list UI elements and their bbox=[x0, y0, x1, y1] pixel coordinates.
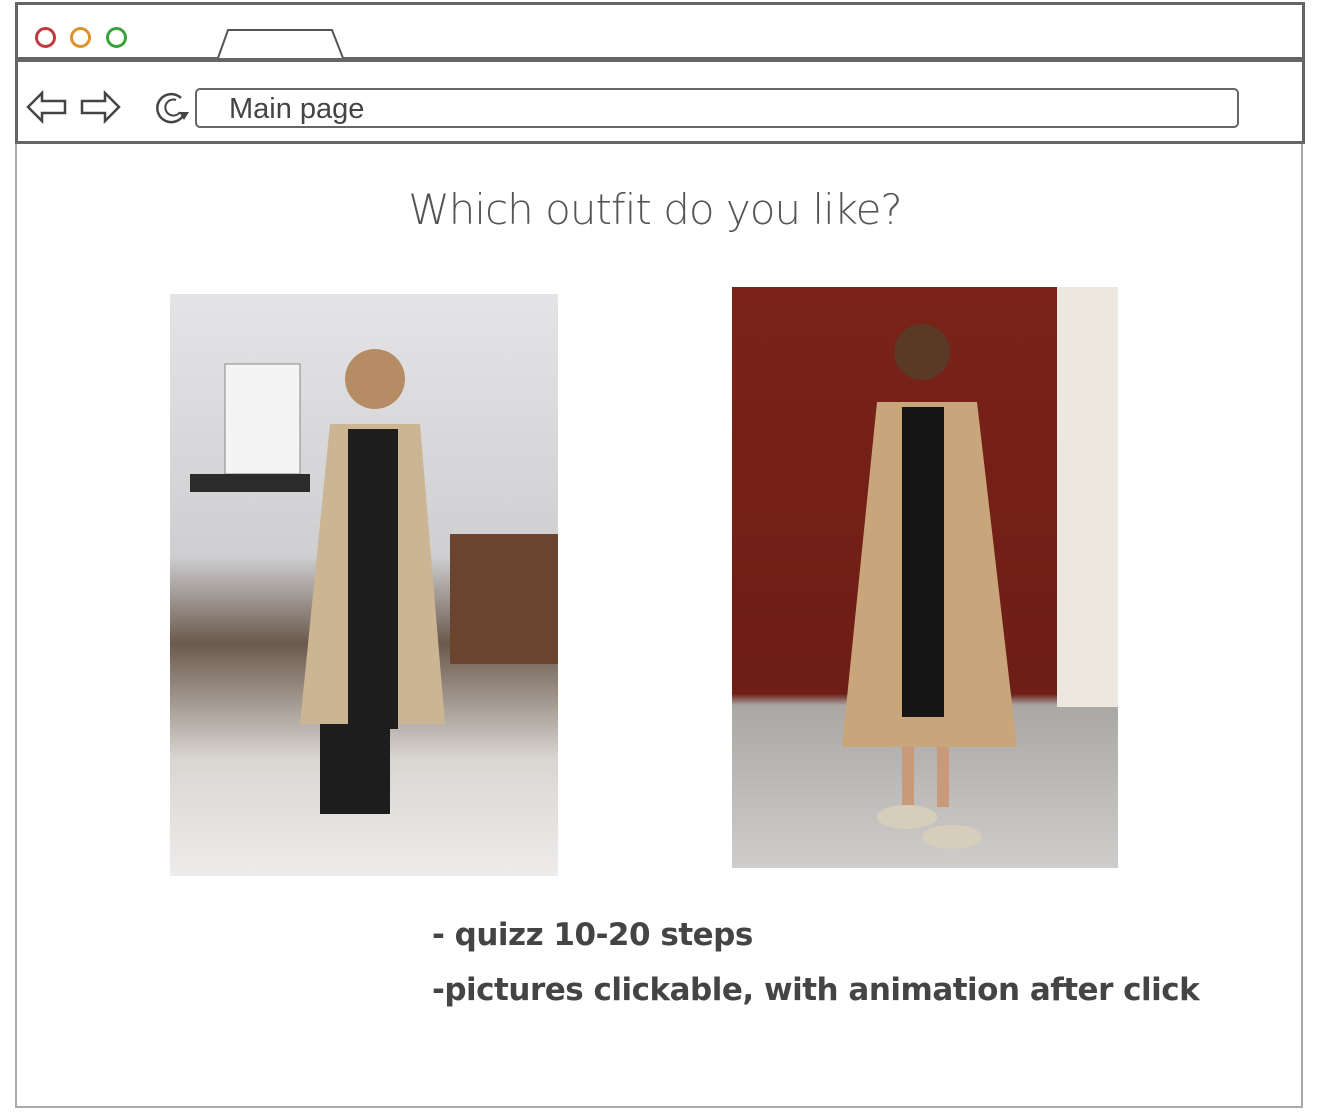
note-quiz-steps: - quizz 10-20 steps bbox=[432, 917, 753, 953]
page-title: Which outfit do you like? bbox=[408, 185, 902, 234]
address-bar[interactable]: Main page bbox=[195, 88, 1239, 128]
outfit-option-1-image[interactable] bbox=[170, 294, 558, 876]
outfit-1-illustration bbox=[190, 349, 558, 814]
browser-tab[interactable] bbox=[216, 28, 346, 60]
back-arrow-icon[interactable] bbox=[26, 90, 68, 124]
forward-arrow-icon[interactable] bbox=[80, 90, 122, 124]
maximize-window-icon[interactable] bbox=[106, 27, 127, 48]
browser-title-bar bbox=[15, 2, 1305, 60]
note-clickable-pictures: -pictures clickable, with animation afte… bbox=[432, 972, 1200, 1008]
minimize-window-icon[interactable] bbox=[70, 27, 91, 48]
outfit-2-illustration bbox=[842, 287, 1118, 849]
close-window-icon[interactable] bbox=[35, 27, 56, 48]
outfit-option-2-image[interactable] bbox=[732, 287, 1118, 868]
refresh-icon[interactable] bbox=[151, 88, 193, 128]
